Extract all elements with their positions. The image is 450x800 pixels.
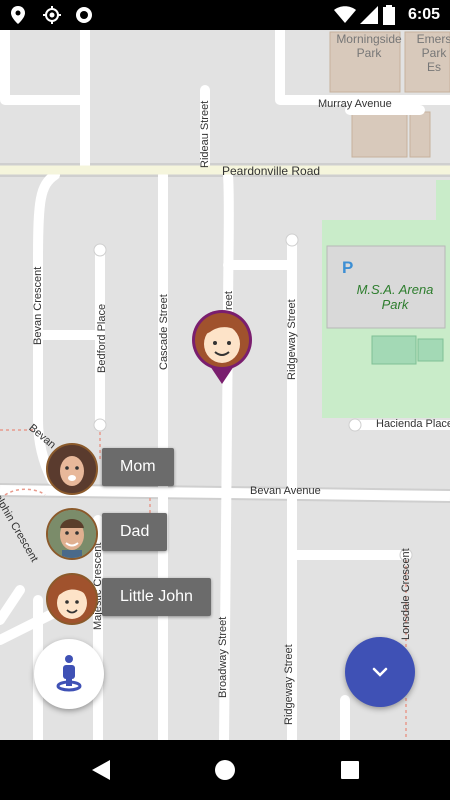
place-label-morningside: Morningside Park [336,32,402,60]
gps-icon [43,6,61,24]
location-pin-icon [11,6,25,24]
back-icon[interactable] [90,758,112,782]
road-label-bevan-crescent: Bevan Crescent [32,266,44,345]
expand-button[interactable] [345,637,415,707]
road-label-bedford: Bedford Place [96,303,108,373]
home-icon[interactable] [213,758,237,782]
road-label-hacienda: Hacienda Place [376,418,450,430]
place-label-emerson: Emers Park Es [416,32,450,74]
status-bar: 6:05 [0,0,450,30]
road-label-rideau: Rideau Street [199,100,211,168]
road-label-cascade: Cascade Street [158,294,170,370]
road-label-bevan-avenue: Bevan Avenue [250,485,321,497]
avatar-dad[interactable] [46,508,98,560]
navigation-bar [0,740,450,800]
person-chip-mom[interactable]: Mom [102,448,174,486]
parking-icon: P [342,258,354,277]
status-time: 6:05 [407,6,440,23]
place-label-arena: M.S.A. Arena Park [356,282,434,312]
chevron-down-icon [372,667,388,677]
road-label-peardonville: Peardonville Road [222,164,321,178]
road-label-murray: Murray Avenue [318,98,392,110]
road-label-broadway-lower: Broadway Street [217,616,229,698]
wifi-icon [334,6,356,23]
road-label-lonsdale: Lonsdale Crescent [400,548,412,640]
circle-icon [76,7,92,23]
my-location-button[interactable] [34,639,104,709]
person-location-marker[interactable] [190,310,254,386]
battery-icon [383,5,395,25]
dad-photo-icon [48,510,96,558]
avatar-mom[interactable] [46,443,98,495]
road-label-ridgeway: Ridgeway Street [286,299,298,380]
person-pin-icon [56,655,82,692]
road-label-ridgeway-lower: Ridgeway Street [283,644,295,725]
signal-icon [360,6,378,24]
road-label-broadway-partial: reet [223,291,235,310]
child-face-icon [48,575,96,623]
mom-photo-icon [48,445,96,493]
avatar-little-john[interactable] [46,573,98,625]
person-chip-little-john[interactable]: Little John [102,578,211,616]
recents-icon[interactable] [340,760,360,780]
person-chip-dad[interactable]: Dad [102,513,168,551]
